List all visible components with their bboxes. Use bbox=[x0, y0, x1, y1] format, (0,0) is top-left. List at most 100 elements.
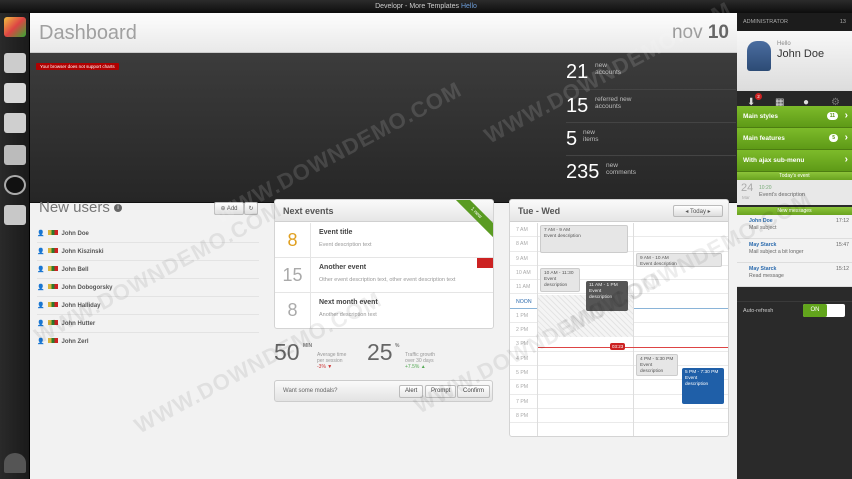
stat-label: new comments bbox=[606, 162, 636, 176]
event-item[interactable]: 8 Event title Event description text bbox=[275, 223, 493, 258]
greeting: Hello bbox=[777, 41, 791, 47]
user-row[interactable]: 👤 John Hutter bbox=[37, 315, 259, 333]
event-date: 8 bbox=[275, 223, 311, 258]
wifi-icon[interactable] bbox=[4, 453, 26, 473]
alert-button[interactable]: Alert bbox=[399, 385, 424, 398]
event-desc: Event description text bbox=[319, 242, 372, 248]
messages-header: New messages bbox=[737, 207, 852, 215]
event-date: 15 bbox=[275, 258, 311, 293]
user-row[interactable]: 👤 John Zerl bbox=[37, 333, 259, 351]
user-name: John Doe bbox=[777, 48, 825, 60]
event-item[interactable]: 15 Another event Other event description t… bbox=[275, 258, 493, 293]
message-item[interactable]: May Starck Read message 15:12 bbox=[737, 263, 852, 287]
stat-value: 5 bbox=[566, 128, 578, 150]
stats-icon[interactable] bbox=[4, 175, 26, 195]
chart-error: Your browser does not support charts bbox=[36, 63, 119, 70]
today-button[interactable]: Today bbox=[690, 209, 706, 215]
calendar-event[interactable]: 11 AM - 1 PM Event description bbox=[586, 281, 628, 311]
todays-event[interactable]: 24 Mar 10:20 Event's description bbox=[737, 180, 852, 205]
calendar-icon[interactable] bbox=[4, 83, 26, 103]
stat-value: 15 bbox=[566, 95, 589, 117]
today-day: 24 bbox=[741, 182, 754, 194]
today-desc: Event's description bbox=[759, 192, 805, 198]
calendar-panel: Tue - Wed ◂ Today ▸ 7 AM 8 AM 9 AM 10 AM… bbox=[509, 199, 729, 437]
event-item[interactable]: 8 Next month event Another description tex… bbox=[275, 293, 493, 328]
stat-label: referred new accounts bbox=[595, 96, 632, 110]
profile-box: Hello John Doe bbox=[737, 31, 852, 91]
stat-label: new items bbox=[583, 129, 599, 143]
right-sidebar: ADMINISTRATOR 13 Hello John Doe ⬇ 2 ▦ ● ⚙… bbox=[737, 13, 852, 479]
refresh-icon[interactable]: ↻ bbox=[244, 202, 258, 215]
metric-traffic-label: Traffic growth over 30 days +7.5% ▲ bbox=[405, 352, 436, 370]
menu-count: 11 bbox=[826, 112, 838, 120]
menu-main-styles[interactable]: Main styles 11 › bbox=[737, 106, 852, 128]
prev-icon[interactable]: ◂ bbox=[685, 209, 688, 215]
admin-header: ADMINISTRATOR 13 bbox=[737, 13, 852, 31]
avatar[interactable] bbox=[747, 41, 771, 71]
user-row[interactable]: 👤 John Kiszinski bbox=[37, 243, 259, 261]
admin-count: 13 bbox=[839, 19, 846, 25]
stat-value: 235 bbox=[566, 161, 600, 183]
calendar-event[interactable]: 5 PM - 7:30 PM Event description bbox=[682, 368, 724, 404]
message-item[interactable]: John Doe Mail subject 17:12 bbox=[737, 215, 852, 239]
stat-comments: 235 new comments bbox=[566, 155, 736, 188]
user-row[interactable]: 👤 John Bell bbox=[37, 261, 259, 279]
metric-time-unit: MIN bbox=[303, 343, 313, 349]
calendar-nav: ◂ Today ▸ bbox=[673, 205, 723, 217]
user-row[interactable]: 👤 John Dobogorsky bbox=[37, 279, 259, 297]
confirm-button[interactable]: Confirm bbox=[457, 385, 491, 398]
stat-referred: 15 referred new accounts bbox=[566, 89, 736, 122]
notification-count: 2 bbox=[755, 93, 762, 100]
event-desc: Other event description text, other even… bbox=[319, 277, 456, 283]
event-date: 8 bbox=[275, 293, 311, 328]
stat-accounts: 21 new accounts bbox=[566, 56, 736, 89]
chevron-right-icon: › bbox=[844, 132, 848, 143]
auto-refresh-label: Auto-refresh bbox=[743, 308, 774, 314]
calendar-event[interactable]: 4 PM - 5:30 PM Event description bbox=[636, 354, 678, 376]
window-titlebar: Developr - More Templates Hello bbox=[0, 0, 852, 13]
menu-main-features[interactable]: Main features 5 › bbox=[737, 128, 852, 150]
metric-time-value: 50 bbox=[274, 339, 300, 365]
main-content: Dashboard nov 10 Your browser does not s… bbox=[30, 13, 737, 479]
calendar-event[interactable]: 7 AM - 9 AM Event description bbox=[540, 225, 628, 253]
event-title: Another event bbox=[319, 264, 367, 271]
info-icon[interactable]: i bbox=[114, 204, 123, 213]
page-header: Dashboard nov 10 bbox=[30, 13, 737, 53]
contacts-icon[interactable] bbox=[4, 113, 26, 133]
table-icon[interactable] bbox=[4, 145, 26, 165]
menu-count: 5 bbox=[829, 134, 838, 142]
event-title: Event title bbox=[319, 229, 353, 236]
now-line bbox=[538, 347, 728, 348]
event-title: Next month event bbox=[319, 299, 378, 306]
stats-panel: Your browser does not support charts 21 n… bbox=[30, 53, 737, 203]
page-title: Dashboard bbox=[39, 22, 137, 44]
modals-bar: Want some modals? Alert Prompt Confirm bbox=[274, 380, 493, 402]
window-help-link[interactable]: Hello bbox=[461, 3, 477, 10]
dashboard-icon[interactable] bbox=[4, 17, 26, 37]
toggle-on-label: ON bbox=[803, 304, 827, 317]
mail-icon[interactable] bbox=[4, 53, 26, 73]
add-user-button[interactable]: ⊕ Add bbox=[214, 202, 244, 215]
menu-ajax-submenu[interactable]: With ajax sub-menu › bbox=[737, 150, 852, 172]
header-month: nov bbox=[671, 22, 703, 43]
calendar-event[interactable]: 9 AM - 10 AM Event description bbox=[636, 253, 722, 267]
chevron-right-icon: › bbox=[844, 154, 848, 165]
auto-refresh-row: Auto-refresh ON bbox=[737, 301, 852, 319]
message-item[interactable]: May Starck Mail subject a bit longer 15:47 bbox=[737, 239, 852, 263]
header-date: nov 10 bbox=[672, 22, 729, 44]
documents-icon[interactable] bbox=[4, 205, 26, 225]
now-marker: 03:23 bbox=[610, 343, 626, 350]
metric-time-label: Average time per session -3% ▼ bbox=[317, 352, 347, 370]
header-day: 10 bbox=[707, 22, 729, 43]
user-row[interactable]: 👤 John Halliday bbox=[37, 297, 259, 315]
calendar-event[interactable]: 10 AM - 11:30 Event description bbox=[540, 268, 580, 292]
user-row[interactable]: 👤 John Doe bbox=[37, 225, 259, 243]
modals-prompt: Want some modals? bbox=[283, 388, 338, 394]
new-users-title: New users i bbox=[39, 199, 123, 216]
event-desc: Another description text bbox=[319, 312, 377, 318]
calendar-grid: 7 AM 8 AM 9 AM 10 AM 11 AM NOON 1 PM 2 P… bbox=[510, 223, 728, 436]
stat-items: 5 new items bbox=[566, 122, 736, 155]
prompt-button[interactable]: Prompt bbox=[425, 385, 457, 398]
next-icon[interactable]: ▸ bbox=[708, 209, 711, 215]
metric-traffic-unit: % bbox=[395, 343, 400, 349]
